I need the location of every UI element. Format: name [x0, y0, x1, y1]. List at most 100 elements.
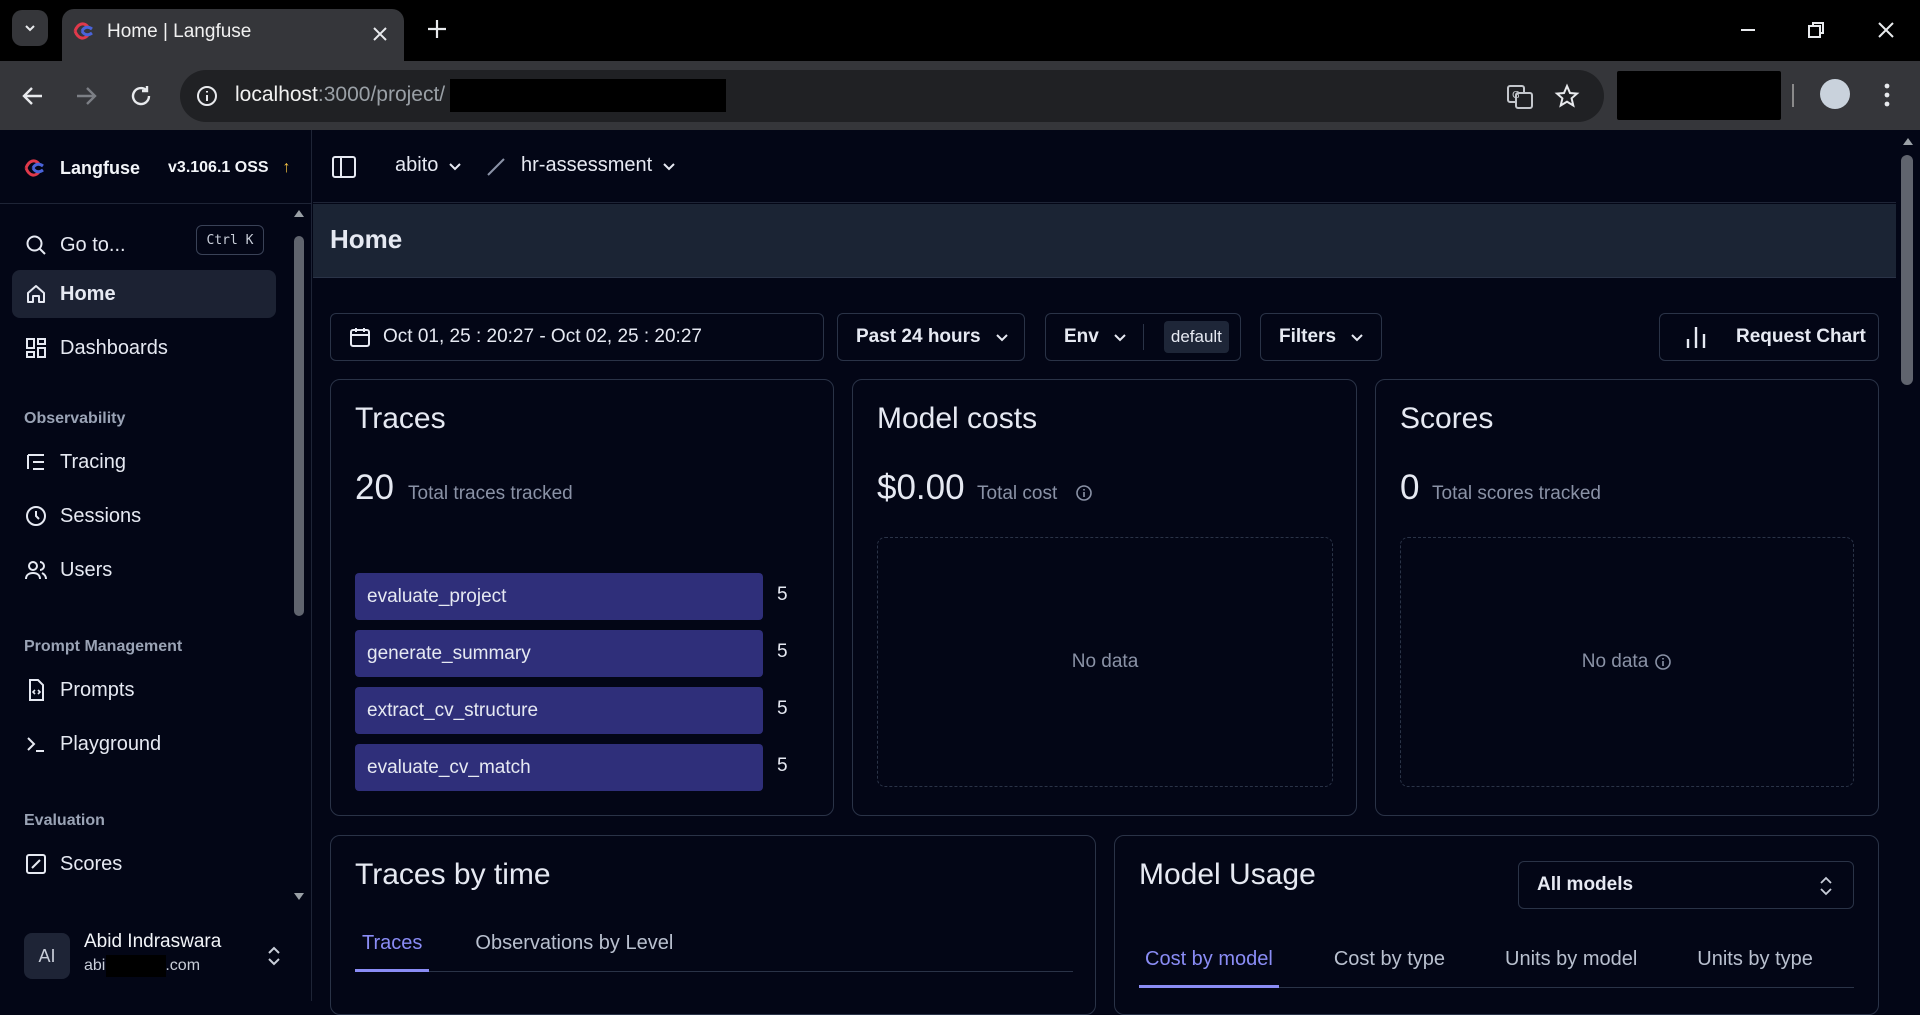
file-code-icon — [29, 679, 44, 701]
model-select-value: All models — [1537, 874, 1634, 895]
langfuse-logo-icon — [24, 159, 44, 177]
top-bar: abito hr-assessment — [313, 130, 1896, 203]
sidebar-item-users[interactable]: Users — [12, 546, 276, 594]
sidebar-item-label: Prompts — [60, 678, 135, 701]
project-name: hr-assessment — [521, 154, 653, 176]
sidebar-item-scores[interactable]: Scores — [12, 840, 276, 888]
tab-search-button[interactable] — [12, 10, 48, 46]
sidebar-item-label: Dashboards — [60, 336, 168, 359]
browser-tab[interactable]: Home | Langfuse — [62, 9, 404, 61]
trace-bar[interactable]: extract_cv_structure — [355, 687, 763, 734]
dashboard-icon — [26, 338, 46, 358]
brand[interactable]: Langfuse v3.106.1 OSS ↑ — [24, 154, 291, 182]
trace-bar[interactable]: evaluate_cv_match — [355, 744, 763, 791]
close-tab-icon[interactable] — [370, 24, 390, 44]
scores-total-label: Total scores tracked — [1432, 483, 1601, 504]
search-icon — [26, 235, 46, 255]
sidebar-item-prompts[interactable]: Prompts — [12, 666, 276, 714]
browser-tab-bar: Home | Langfuse — [0, 0, 1920, 61]
redacted-block — [106, 955, 166, 977]
calendar-icon — [350, 328, 370, 347]
filters-button[interactable]: Filters — [1260, 313, 1382, 361]
panel-left-icon[interactable] — [331, 154, 357, 180]
close-window-icon[interactable] — [1874, 18, 1898, 42]
redacted-block — [1617, 71, 1781, 120]
time-preset-value: Past 24 hours — [856, 326, 981, 347]
reload-icon[interactable] — [128, 83, 154, 109]
home-icon — [27, 285, 45, 303]
browser-toolbar: localhost:3000/project/ G — [0, 61, 1920, 130]
tab-units-by-model[interactable]: Units by model — [1505, 948, 1637, 987]
sidebar-scrollbar[interactable] — [289, 206, 309, 906]
environment-filter[interactable]: Env default — [1045, 313, 1241, 361]
back-icon[interactable] — [20, 83, 46, 109]
scrollbar-thumb[interactable] — [1901, 155, 1913, 385]
scrollbar-thumb[interactable] — [294, 236, 304, 616]
section-prompt-management: Prompt Management — [24, 638, 183, 655]
sidebar-item-tracing[interactable]: Tracing — [12, 438, 276, 486]
filters-label: Filters — [1279, 326, 1337, 347]
scroll-down-icon[interactable] — [293, 892, 305, 902]
card-title: Model costs — [877, 402, 1038, 435]
empty-state: No data — [877, 537, 1333, 787]
env-tag: default — [1163, 321, 1229, 353]
tab-traces[interactable]: Traces — [355, 932, 430, 972]
new-tab-icon[interactable] — [426, 18, 448, 40]
trace-bar[interactable]: evaluate_project — [355, 573, 763, 620]
info-icon[interactable] — [1654, 653, 1672, 671]
traces-total: 20 — [355, 468, 394, 507]
tab-observations-by-level[interactable]: Observations by Level — [475, 932, 673, 971]
sidebar-item-label: Playground — [60, 732, 162, 755]
clock-icon — [26, 506, 46, 526]
divider — [1142, 324, 1144, 350]
model-costs-card: Model costs $0.00 Total cost No data — [852, 379, 1357, 816]
trace-count: 5 — [777, 698, 788, 719]
page-header: Home — [313, 204, 1896, 278]
forward-icon[interactable] — [73, 83, 99, 109]
env-label: Env — [1064, 326, 1099, 347]
trace-count: 5 — [777, 641, 788, 662]
main-scrollbar[interactable] — [1896, 130, 1920, 1001]
sidebar-item-label: Scores — [60, 852, 123, 875]
goto-label: Go to... — [60, 233, 126, 256]
tab-cost-by-type[interactable]: Cost by type — [1334, 948, 1445, 987]
project-selector[interactable]: hr-assessment — [521, 154, 676, 177]
sidebar-item-dashboards[interactable]: Dashboards — [12, 324, 276, 372]
empty-state: No data — [1400, 537, 1854, 787]
user-menu[interactable]: AI Abid Indraswara abi .com — [24, 927, 294, 983]
sidebar-item-playground[interactable]: Playground — [12, 720, 276, 768]
restore-icon[interactable] — [1804, 18, 1828, 42]
date-range-text: Oct 01, 25 : 20:27 - Oct 02, 25 : 20:27 — [383, 326, 702, 347]
date-range-picker[interactable]: Oct 01, 25 : 20:27 - Oct 02, 25 : 20:27 — [330, 313, 824, 361]
trace-count: 5 — [777, 755, 788, 776]
profile-avatar[interactable] — [1820, 79, 1850, 109]
chevrons-up-down-icon — [268, 946, 280, 966]
minimize-icon[interactable] — [1736, 18, 1760, 42]
scroll-up-icon[interactable] — [293, 208, 305, 218]
chevron-down-icon — [995, 334, 1008, 342]
info-icon[interactable] — [1075, 484, 1093, 502]
tab-cost-by-model[interactable]: Cost by model — [1139, 948, 1279, 988]
time-preset-select[interactable]: Past 24 hours — [837, 313, 1025, 361]
scroll-up-icon[interactable] — [1902, 136, 1914, 146]
sidebar-item-label: Tracing — [60, 450, 126, 473]
bar-chart-icon — [1686, 327, 1706, 348]
translate-icon[interactable]: G — [1506, 84, 1534, 110]
scores-total: 0 — [1400, 468, 1420, 507]
sidebar-item-home[interactable]: Home — [12, 270, 276, 318]
scores-card: Scores 0 Total scores tracked No data — [1375, 379, 1879, 816]
model-costs-total: $0.00 — [877, 468, 965, 507]
request-chart-button[interactable]: Request Chart — [1659, 313, 1879, 361]
org-selector[interactable]: abito — [395, 154, 462, 177]
traces-by-time-card: Traces by time Traces Observations by Le… — [330, 835, 1096, 1015]
chevron-down-icon — [1114, 334, 1126, 342]
model-select[interactable]: All models — [1518, 861, 1854, 909]
browser-menu-icon[interactable] — [1882, 81, 1892, 109]
trace-bar[interactable]: generate_summary — [355, 630, 763, 677]
address-bar[interactable]: localhost:3000/project/ G — [180, 70, 1604, 122]
site-info-icon[interactable] — [195, 84, 219, 108]
sidebar-item-label: Sessions — [60, 504, 142, 527]
bookmark-star-icon[interactable] — [1554, 83, 1580, 109]
tab-units-by-type[interactable]: Units by type — [1697, 948, 1813, 987]
sidebar-item-sessions[interactable]: Sessions — [12, 492, 276, 540]
